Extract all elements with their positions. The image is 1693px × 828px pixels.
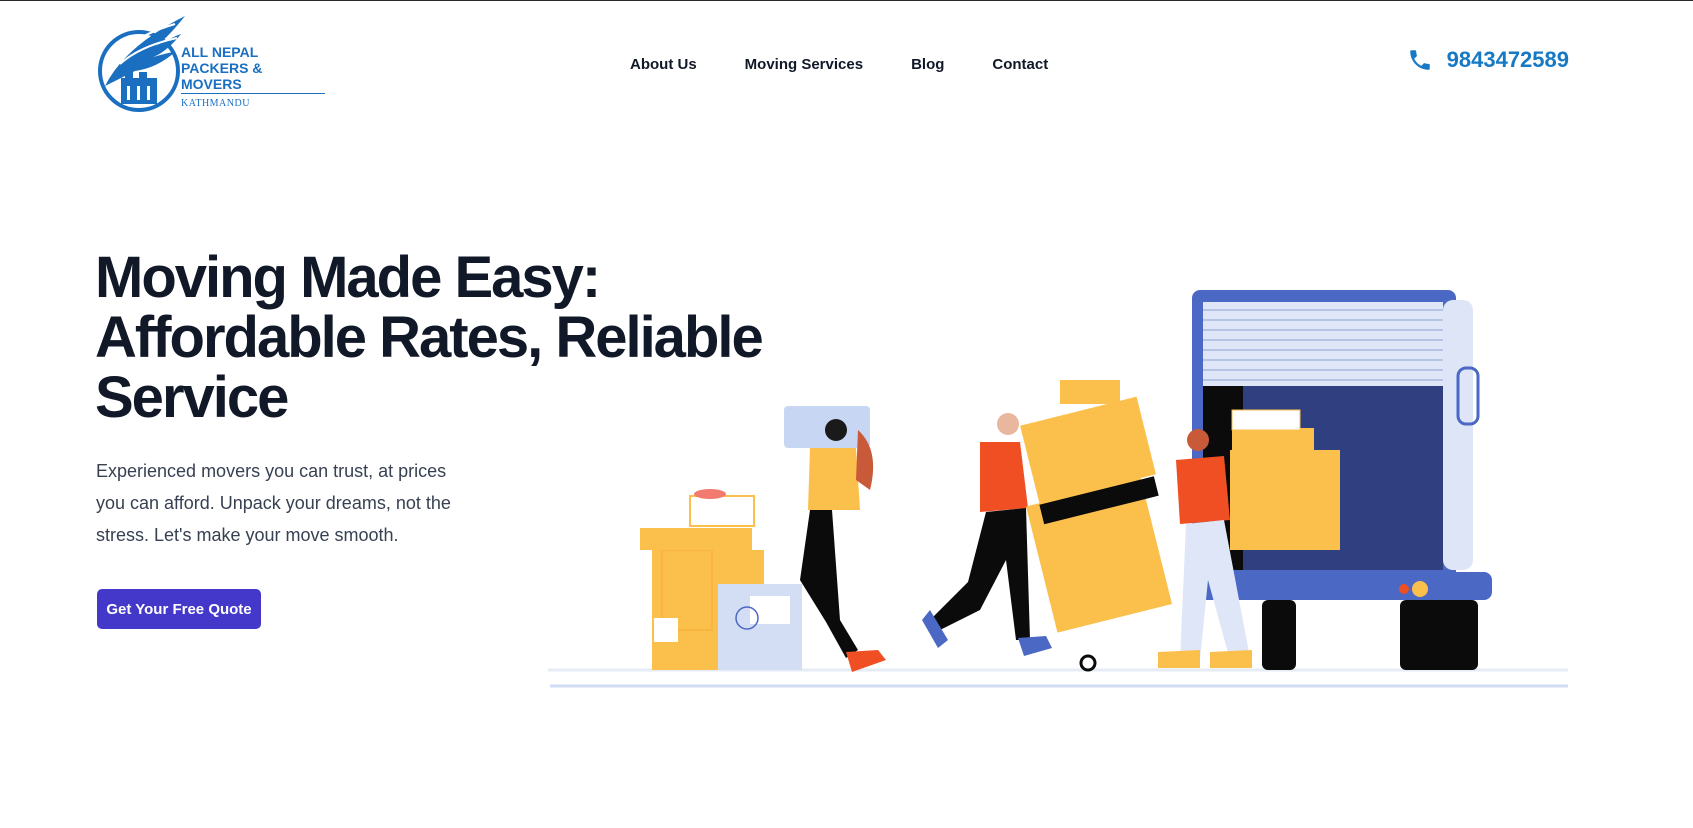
hand-truck-with-boxes — [1020, 380, 1173, 672]
free-quote-button[interactable]: Get Your Free Quote — [97, 589, 261, 629]
brand-line1: ALL NEPAL — [181, 44, 259, 60]
hero-subtitle: Experienced movers you can trust, at pri… — [96, 461, 451, 545]
box-stack-left — [640, 489, 802, 670]
logo-wing-icon — [98, 16, 185, 112]
envelope-box — [1231, 409, 1301, 431]
box-small-in-truck — [1232, 428, 1314, 454]
nav-blog[interactable]: Blog — [911, 56, 944, 73]
brand-name: ALL NEPAL PACKERS & MOVERS KATHMANDU — [181, 44, 325, 112]
nav-about-us[interactable]: About Us — [630, 56, 697, 73]
movers-loading-truck-illustration — [548, 290, 1568, 688]
phone-icon — [1409, 50, 1430, 70]
main-nav: About Us Moving Services Blog Contact — [630, 56, 1048, 73]
brand-line2: PACKERS & MOVERS — [181, 60, 325, 94]
box-in-truck — [1230, 450, 1340, 550]
brand-line3: KATHMANDU — [181, 98, 250, 109]
brand-logo[interactable]: ALL NEPAL PACKERS & MOVERS KATHMANDU — [95, 16, 325, 116]
top-border — [0, 0, 1693, 1]
nav-moving-services[interactable]: Moving Services — [745, 56, 863, 73]
phone-number: 9843472589 — [1446, 47, 1569, 72]
nav-contact[interactable]: Contact — [992, 56, 1048, 73]
phone-link[interactable]: 9843472589 — [1407, 47, 1569, 73]
